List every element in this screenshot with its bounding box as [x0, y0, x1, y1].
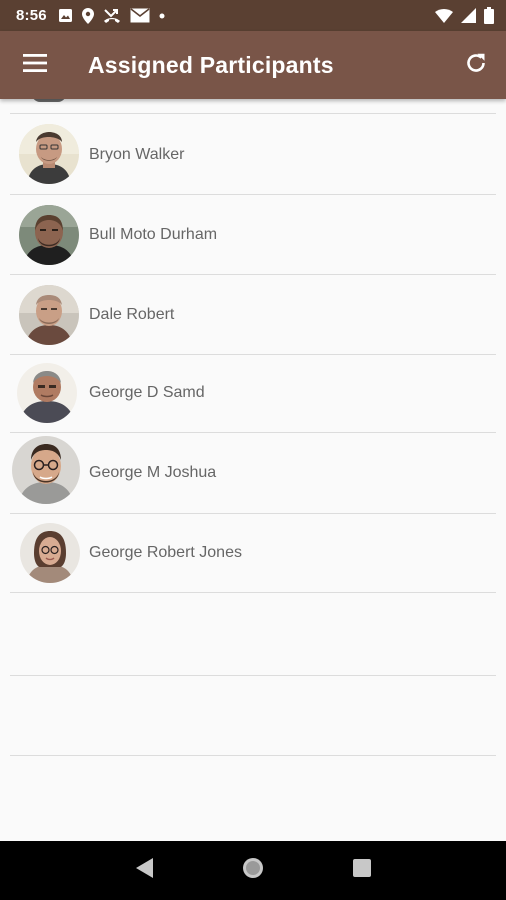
participant-name: Dale Robert [89, 306, 175, 323]
navigation-bar [0, 841, 506, 900]
system-icons [435, 7, 494, 24]
avatar [19, 285, 79, 345]
participant-name: George M Joshua [89, 464, 217, 481]
wifi-icon [435, 8, 453, 23]
back-button[interactable] [122, 849, 166, 893]
avatar [19, 124, 79, 184]
participant-row[interactable]: Dale Robert [0, 275, 506, 354]
image-icon [58, 8, 73, 23]
partial-avatar [32, 99, 66, 102]
participant-row[interactable]: George D Samd [0, 355, 506, 432]
recents-button[interactable] [340, 849, 384, 893]
home-button[interactable] [231, 849, 275, 893]
back-icon [134, 857, 154, 884]
divider [10, 755, 496, 756]
participant-row[interactable]: George M Joshua [0, 433, 506, 513]
refresh-icon [464, 51, 488, 80]
avatar [12, 436, 80, 504]
participant-row[interactable]: Bryon Walker [0, 114, 506, 194]
recents-icon [352, 858, 372, 883]
participant-name: Bull Moto Durham [89, 226, 218, 243]
avatar [19, 205, 79, 265]
divider [10, 675, 496, 676]
missed-call-icon [103, 8, 121, 23]
mail-icon [130, 8, 150, 23]
avatar [20, 523, 80, 583]
location-pin-icon [81, 7, 94, 24]
refresh-button[interactable] [446, 31, 506, 99]
status-bar: 8:56 [0, 0, 506, 31]
menu-button[interactable] [0, 31, 70, 99]
app-bar: Assigned Participants [0, 31, 506, 99]
dot-icon [159, 13, 165, 19]
home-icon [241, 856, 265, 885]
page-title: Assigned Participants [88, 51, 334, 78]
avatar [17, 363, 77, 423]
notification-icons [58, 7, 165, 24]
hamburger-menu-icon [23, 53, 47, 77]
participant-name: George Robert Jones [89, 544, 242, 561]
participant-row[interactable]: George Robert Jones [0, 514, 506, 592]
divider [10, 592, 496, 593]
signal-icon [461, 8, 476, 23]
status-time: 8:56 [16, 7, 47, 24]
participant-name: George D Samd [89, 384, 205, 401]
participant-list[interactable]: Bryon Walker Bull Moto Durham Dale Rober… [0, 99, 506, 841]
participant-name: Bryon Walker [89, 146, 185, 163]
battery-icon [484, 7, 494, 24]
participant-row[interactable]: Bull Moto Durham [0, 195, 506, 274]
